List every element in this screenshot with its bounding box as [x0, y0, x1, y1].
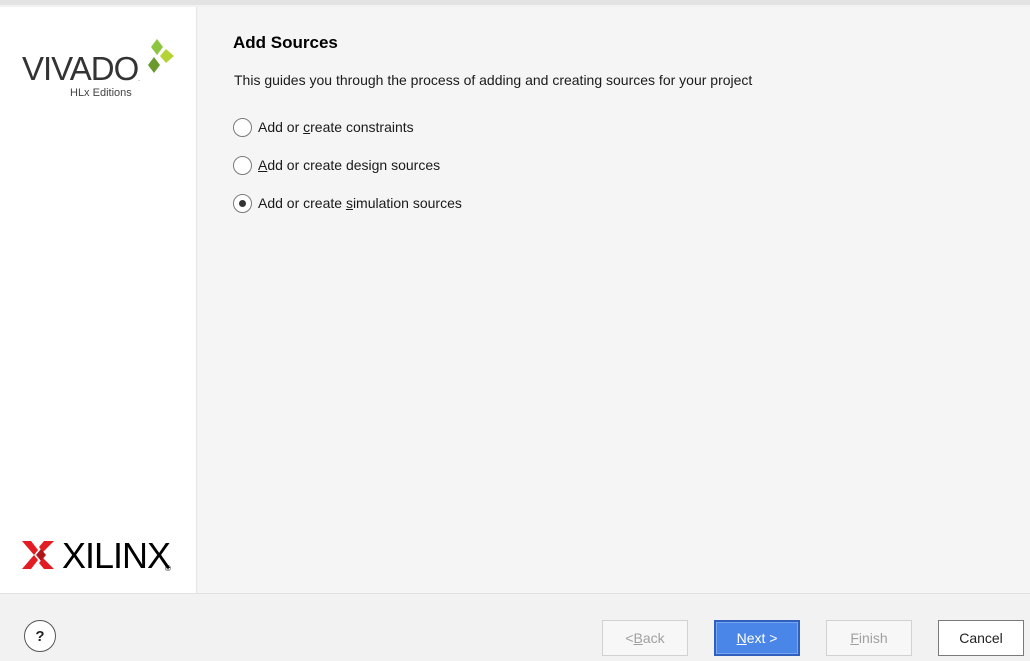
- finish-button[interactable]: Finish: [826, 620, 912, 656]
- radio-label[interactable]: Add or create design sources: [258, 157, 440, 173]
- next-button[interactable]: Next >: [714, 620, 800, 656]
- wizard-footer: ? < Back Next > Finish Cancel: [0, 593, 1030, 661]
- radio-button-selected[interactable]: [233, 193, 252, 213]
- vivado-logo-mark-icon: [148, 39, 174, 73]
- radio-button[interactable]: [233, 117, 252, 137]
- back-button[interactable]: < Back: [602, 620, 688, 656]
- registered-mark: ®: [165, 564, 171, 573]
- xilinx-logo-mark-icon: [22, 541, 54, 569]
- vivado-logo: VIVADO . HLx Editions: [22, 35, 182, 105]
- xilinx-wordmark: XILINX: [62, 535, 171, 576]
- radio-add-simulation-sources[interactable]: Add or create simulation sources: [233, 192, 462, 214]
- vivado-edition-label: HLx Editions: [70, 87, 132, 99]
- radio-label[interactable]: Add or create simulation sources: [258, 195, 462, 211]
- wizard-sidebar: VIVADO . HLx Editions XILINX ®: [0, 7, 197, 593]
- wizard-content: Add Sources This guides you through the …: [198, 7, 1030, 593]
- page-description: This guides you through the process of a…: [234, 72, 753, 88]
- vivado-dot: .: [138, 76, 140, 83]
- radio-label[interactable]: Add or create constraints: [258, 119, 414, 135]
- top-border: [0, 0, 1030, 5]
- radio-add-constraints[interactable]: Add or create constraints: [233, 116, 414, 138]
- xilinx-logo: XILINX ®: [22, 534, 182, 574]
- radio-button[interactable]: [233, 155, 252, 175]
- page-title: Add Sources: [233, 33, 338, 52]
- vivado-wordmark: VIVADO: [22, 50, 139, 87]
- help-icon[interactable]: ?: [24, 620, 56, 652]
- radio-add-design-sources[interactable]: Add or create design sources: [233, 154, 440, 176]
- cancel-button[interactable]: Cancel: [938, 620, 1024, 656]
